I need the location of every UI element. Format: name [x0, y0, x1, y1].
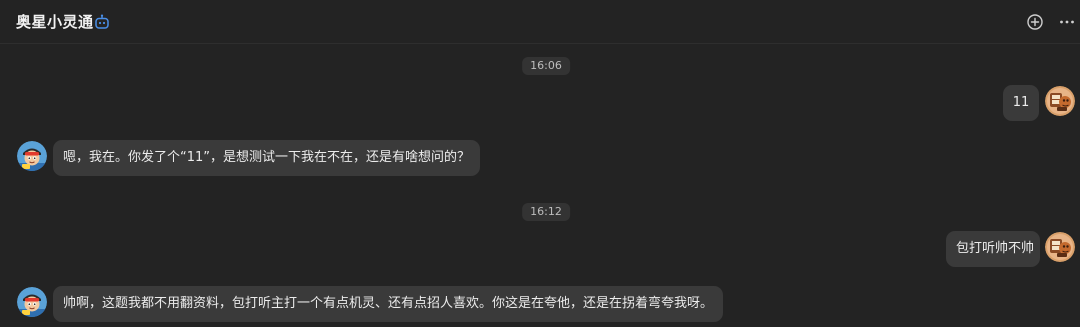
- chat-title: 奥星小灵通: [16, 13, 94, 31]
- assistant-avatar[interactable]: [17, 141, 47, 171]
- assistant-message: 帅啊，这题我都不用翻资料，包打听主打一个有点机灵、还有点招人喜欢。你这是在夸他，…: [53, 286, 724, 322]
- assistant-avatar[interactable]: [17, 287, 47, 317]
- user-message: 11: [1003, 85, 1039, 121]
- chat-header: 奥星小灵通: [0, 0, 1080, 44]
- user-avatar[interactable]: [1045, 232, 1075, 262]
- chat-window: 奥星小灵通 16:06 11 嗯，我在。你发了个“11”，是想测试一下我在不在，…: [0, 0, 1080, 327]
- assistant-message: 嗯，我在。你发了个“11”，是想测试一下我在不在，还是有啥想问的？: [53, 140, 481, 176]
- timestamp: 16:12: [522, 203, 570, 221]
- bot-icon[interactable]: [94, 14, 110, 30]
- add-circle-icon[interactable]: [1025, 12, 1045, 32]
- user-message: 包打听帅不帅: [946, 231, 1040, 267]
- timestamp: 16:06: [522, 57, 570, 75]
- user-avatar[interactable]: [1045, 86, 1075, 116]
- more-icon[interactable]: [1057, 12, 1077, 32]
